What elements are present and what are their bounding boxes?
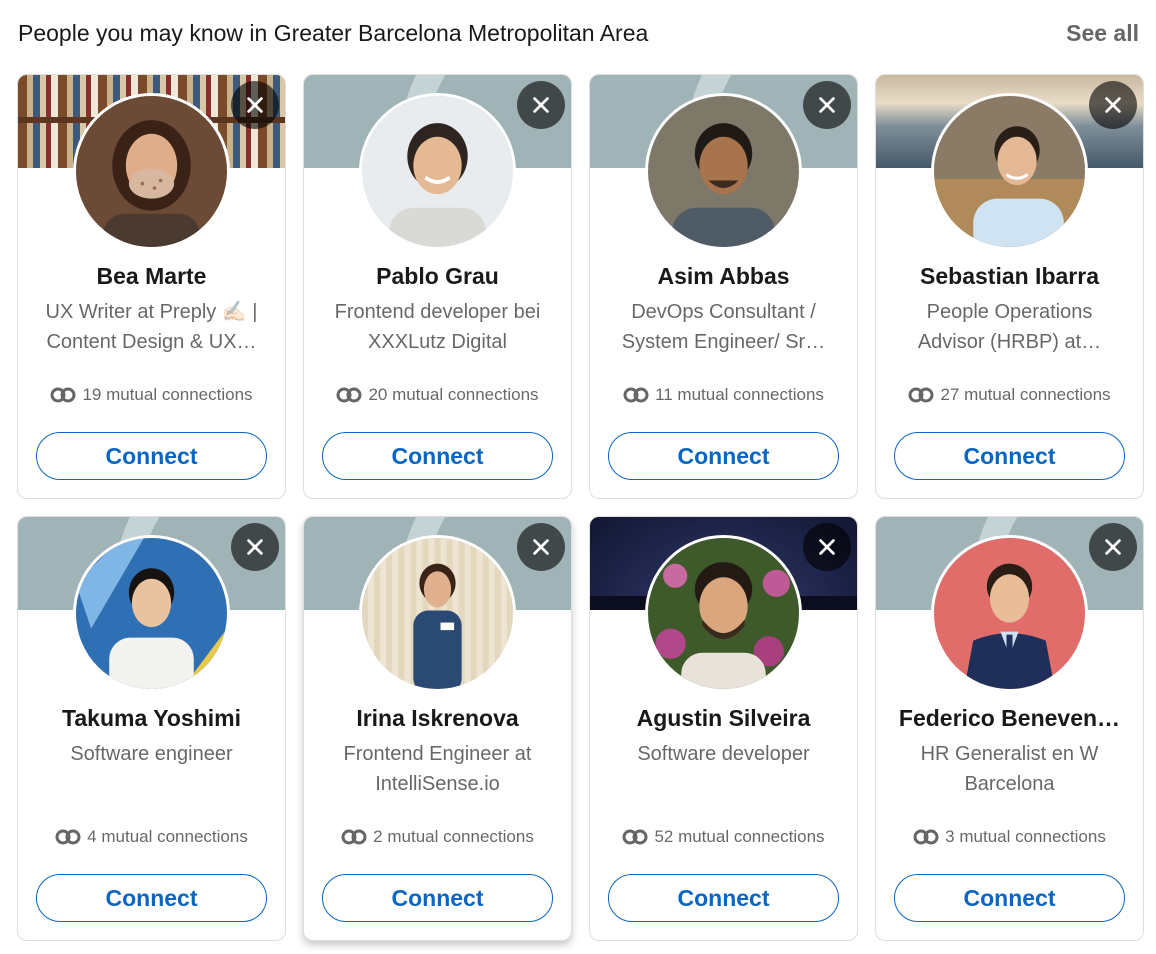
- see-all-link[interactable]: See all: [1066, 20, 1139, 47]
- close-icon: [247, 97, 263, 113]
- avatar[interactable]: [359, 93, 516, 250]
- mutual-connections-text: 4 mutual connections: [87, 827, 248, 846]
- person-headline: HR Generalist en W Barcelona: [920, 743, 1099, 795]
- person-card[interactable]: Federico Beneven… HR Generalist en W Bar…: [875, 516, 1144, 941]
- close-icon: [1105, 97, 1121, 113]
- mutual-connections-text: 2 mutual connections: [373, 827, 534, 846]
- person-name[interactable]: Federico Beneven…: [886, 705, 1133, 732]
- dismiss-button[interactable]: [1089, 81, 1137, 129]
- dismiss-button[interactable]: [803, 523, 851, 571]
- person-name[interactable]: Agustin Silveira: [600, 705, 847, 732]
- avatar[interactable]: [931, 535, 1088, 692]
- mutual-connections-icon: [913, 829, 939, 845]
- people-grid: Bea Marte UX Writer at Preply ✍🏻 | Conte…: [17, 74, 1144, 941]
- mutual-connections-text: 52 mutual connections: [654, 827, 825, 846]
- avatar[interactable]: [73, 93, 230, 250]
- mutual-connections-icon: [623, 387, 649, 403]
- avatar[interactable]: [931, 93, 1088, 250]
- mutual-connections[interactable]: 27 mutual connections: [876, 385, 1143, 405]
- mutual-connections-text: 20 mutual connections: [368, 385, 539, 404]
- person-headline: Frontend developer bei XXXLutz Digital: [334, 301, 541, 353]
- mutual-connections-icon: [50, 387, 76, 403]
- dismiss-button[interactable]: [517, 523, 565, 571]
- person-headline: People Operations Advisor (HRBP) at…: [917, 301, 1102, 353]
- person-card[interactable]: Bea Marte UX Writer at Preply ✍🏻 | Conte…: [17, 74, 286, 499]
- mutual-connections[interactable]: 11 mutual connections: [590, 385, 857, 405]
- person-name[interactable]: Pablo Grau: [314, 263, 561, 290]
- mutual-connections-icon: [55, 829, 81, 845]
- connect-button[interactable]: Connect: [322, 874, 553, 922]
- connect-button[interactable]: Connect: [36, 874, 267, 922]
- connect-button[interactable]: Connect: [608, 432, 839, 480]
- person-headline: DevOps Consultant / System Engineer/ Sr…: [621, 301, 826, 353]
- mutual-connections[interactable]: 3 mutual connections: [876, 827, 1143, 847]
- person-card[interactable]: Sebastian Ibarra People Operations Advis…: [875, 74, 1144, 499]
- mutual-connections-icon: [622, 829, 648, 845]
- person-card[interactable]: Agustin Silveira Software developer 52 m…: [589, 516, 858, 941]
- person-card[interactable]: Asim Abbas DevOps Consultant / System En…: [589, 74, 858, 499]
- mutual-connections[interactable]: 20 mutual connections: [304, 385, 571, 405]
- person-name[interactable]: Takuma Yoshimi: [28, 705, 275, 732]
- mutual-connections[interactable]: 52 mutual connections: [590, 827, 857, 847]
- connect-button[interactable]: Connect: [894, 874, 1125, 922]
- close-icon: [819, 539, 835, 555]
- connect-button[interactable]: Connect: [894, 432, 1125, 480]
- mutual-connections-text: 27 mutual connections: [940, 385, 1111, 404]
- connect-button[interactable]: Connect: [322, 432, 553, 480]
- mutual-connections-icon: [908, 387, 934, 403]
- dismiss-button[interactable]: [231, 523, 279, 571]
- connect-button[interactable]: Connect: [608, 874, 839, 922]
- person-card[interactable]: Pablo Grau Frontend developer bei XXXLut…: [303, 74, 572, 499]
- mutual-connections-text: 3 mutual connections: [945, 827, 1106, 846]
- mutual-connections-icon: [336, 387, 362, 403]
- person-headline: Software developer: [637, 743, 810, 765]
- person-card[interactable]: Irina Iskrenova Frontend Engineer at Int…: [303, 516, 572, 941]
- avatar[interactable]: [73, 535, 230, 692]
- close-icon: [1105, 539, 1121, 555]
- person-name[interactable]: Asim Abbas: [600, 263, 847, 290]
- mutual-connections-text: 19 mutual connections: [82, 385, 253, 404]
- connect-button[interactable]: Connect: [36, 432, 267, 480]
- dismiss-button[interactable]: [517, 81, 565, 129]
- dismiss-button[interactable]: [1089, 523, 1137, 571]
- close-icon: [533, 539, 549, 555]
- person-card[interactable]: Takuma Yoshimi Software engineer 4 mutua…: [17, 516, 286, 941]
- close-icon: [819, 97, 835, 113]
- person-headline: Frontend Engineer at IntelliSense.io: [343, 743, 532, 795]
- close-icon: [533, 97, 549, 113]
- person-headline: UX Writer at Preply ✍🏻 | Content Design …: [45, 301, 258, 353]
- section-title: People you may know in Greater Barcelona…: [18, 20, 649, 46]
- avatar[interactable]: [645, 535, 802, 692]
- person-name[interactable]: Sebastian Ibarra: [886, 263, 1133, 290]
- dismiss-button[interactable]: [803, 81, 851, 129]
- dismiss-button[interactable]: [231, 81, 279, 129]
- avatar[interactable]: [645, 93, 802, 250]
- person-headline: Software engineer: [70, 743, 233, 765]
- mutual-connections[interactable]: 19 mutual connections: [18, 385, 285, 405]
- avatar[interactable]: [359, 535, 516, 692]
- person-name[interactable]: Bea Marte: [28, 263, 275, 290]
- mutual-connections[interactable]: 4 mutual connections: [18, 827, 285, 847]
- mutual-connections-text: 11 mutual connections: [655, 385, 824, 404]
- mutual-connections-icon: [341, 829, 367, 845]
- close-icon: [247, 539, 263, 555]
- person-name[interactable]: Irina Iskrenova: [314, 705, 561, 732]
- mutual-connections[interactable]: 2 mutual connections: [304, 827, 571, 847]
